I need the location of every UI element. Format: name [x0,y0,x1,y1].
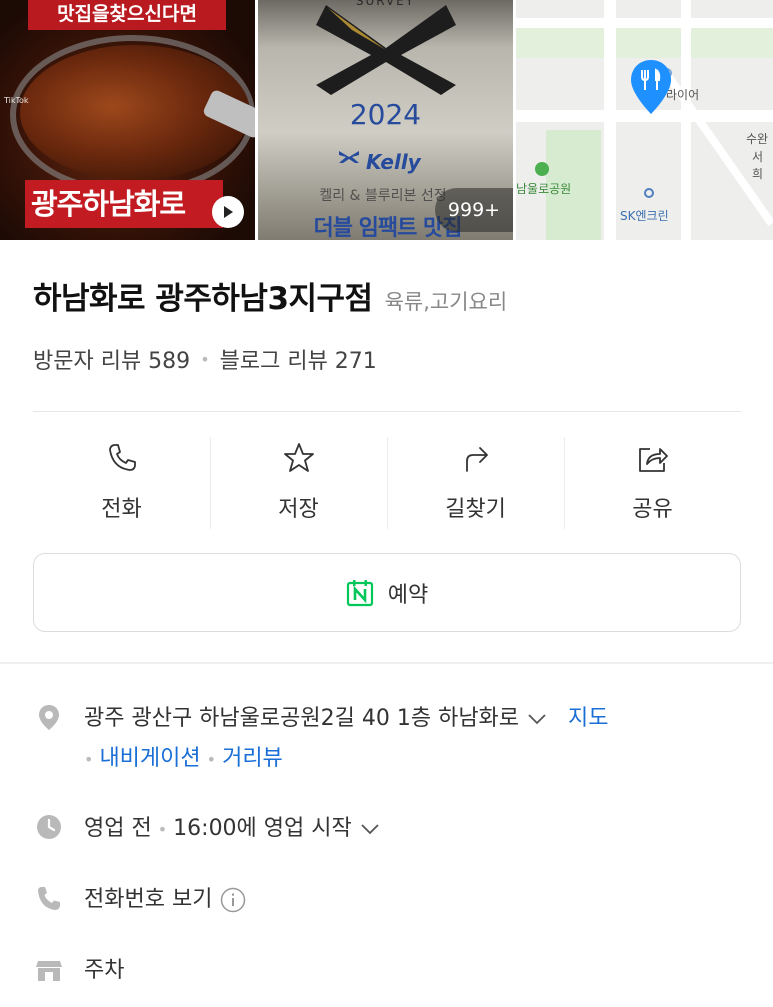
save-button[interactable]: 저장 [210,437,387,529]
map-road [516,18,773,28]
location-icon [39,705,59,730]
map-label-sk: SK엔크린 [620,209,669,223]
hours-row[interactable]: 영업 전 • 16:00에 영업 시작 [84,810,380,842]
share-button[interactable]: 공유 [564,437,741,529]
park-icon [535,162,549,176]
save-label: 저장 [278,497,319,522]
chevron-down-icon[interactable] [360,823,380,835]
info-icon[interactable] [220,887,246,913]
location-pin-icon [631,60,671,114]
blue-ribbon-icon [339,151,359,163]
photo-food[interactable]: 맛집을찾으신다면 TikTok 광주하남화로 [0,0,255,240]
call-button[interactable]: 전화 [33,437,210,529]
reserve-button[interactable]: 예약 [33,553,741,632]
tiktok-watermark: TikTok [4,96,29,105]
directions-button[interactable]: 길찾기 [387,437,564,529]
photo-strip[interactable]: 맛집을찾으신다면 TikTok 광주하남화로 SURVEY 2024 Kelly… [0,0,773,240]
star-icon [283,443,314,472]
gas-station-icon [644,188,654,198]
reserve-label: 예약 [387,582,429,608]
photo-top-banner: 맛집을찾으신다면 [28,0,226,30]
kelly-logo: Kelly [366,150,421,174]
visitor-reviews-link[interactable]: 방문자 리뷰 589 [33,343,190,375]
blog-reviews-link[interactable]: 블로그 리뷰 271 [220,343,377,375]
map-green-strip [516,28,773,58]
play-icon[interactable] [212,196,244,228]
separator-dot: • [84,750,94,769]
map-label-park: 남울로공원 [516,182,572,196]
phone-row[interactable]: 전화번호 보기 [84,881,246,913]
address-links-row: • 내비게이션 • 거리뷰 [84,740,283,772]
business-hours: 16:00에 영업 시작 [173,816,352,841]
share-icon [638,448,668,472]
map-label-right: 서희 [752,150,764,181]
directions-label: 길찾기 [445,497,506,522]
map-label-right: 수완 [746,132,769,146]
address-text: 광주 광산구 하남울로공원2길 40 1층 하남화로 [84,706,520,731]
business-status: 영업 전 [84,816,152,841]
action-bar: 전화 저장 길찾기 공유 [33,437,741,529]
directions-icon [465,447,488,472]
map-road [681,0,691,240]
separator-dot: • [157,820,168,839]
place-category: 육류,고기요리 [384,290,508,314]
navigation-link[interactable]: 내비게이션 [99,746,200,771]
photo-award[interactable]: SURVEY 2024 Kelly 켈리 & 블루리본 선정 더블 임팩트 맛집… [258,0,513,240]
naver-booking-icon [346,579,373,606]
separator-dot: • [200,349,210,369]
photo-bottom-caption: 광주하남화로 [25,180,223,228]
section-divider [0,662,773,664]
phone-icon [108,444,136,471]
clock-icon [37,815,61,839]
parking-text: 주차 [84,958,125,983]
review-counts: 방문자 리뷰 589 • 블로그 리뷰 271 [33,343,377,375]
separator-dot: • [206,750,217,769]
divider [33,411,741,412]
place-header: 하남화로 광주하남3지구점 육류,고기요리 [33,273,507,318]
ribbon-logo [316,5,456,95]
chevron-down-icon[interactable] [527,713,547,725]
phone-icon [38,887,60,910]
call-label: 전화 [101,497,142,522]
map-thumbnail[interactable]: 라이어 남울로공원 수완 서희 SK엔크린 [516,0,773,240]
map-road [604,0,616,240]
address-row: 광주 광산구 하남울로공원2길 40 1층 하남화로 지도 [84,700,609,732]
award-year: 2024 [349,98,422,131]
place-name: 하남화로 광주하남3지구점 [33,281,373,317]
map-link[interactable]: 지도 [568,706,608,731]
photo-count-badge[interactable]: 999+ [435,188,513,232]
streetview-link[interactable]: 거리뷰 [222,746,283,771]
store-icon [36,961,62,981]
parking-row[interactable]: 주차 [84,952,124,984]
view-phone-link[interactable]: 전화번호 보기 [84,887,212,912]
share-label: 공유 [632,497,673,522]
